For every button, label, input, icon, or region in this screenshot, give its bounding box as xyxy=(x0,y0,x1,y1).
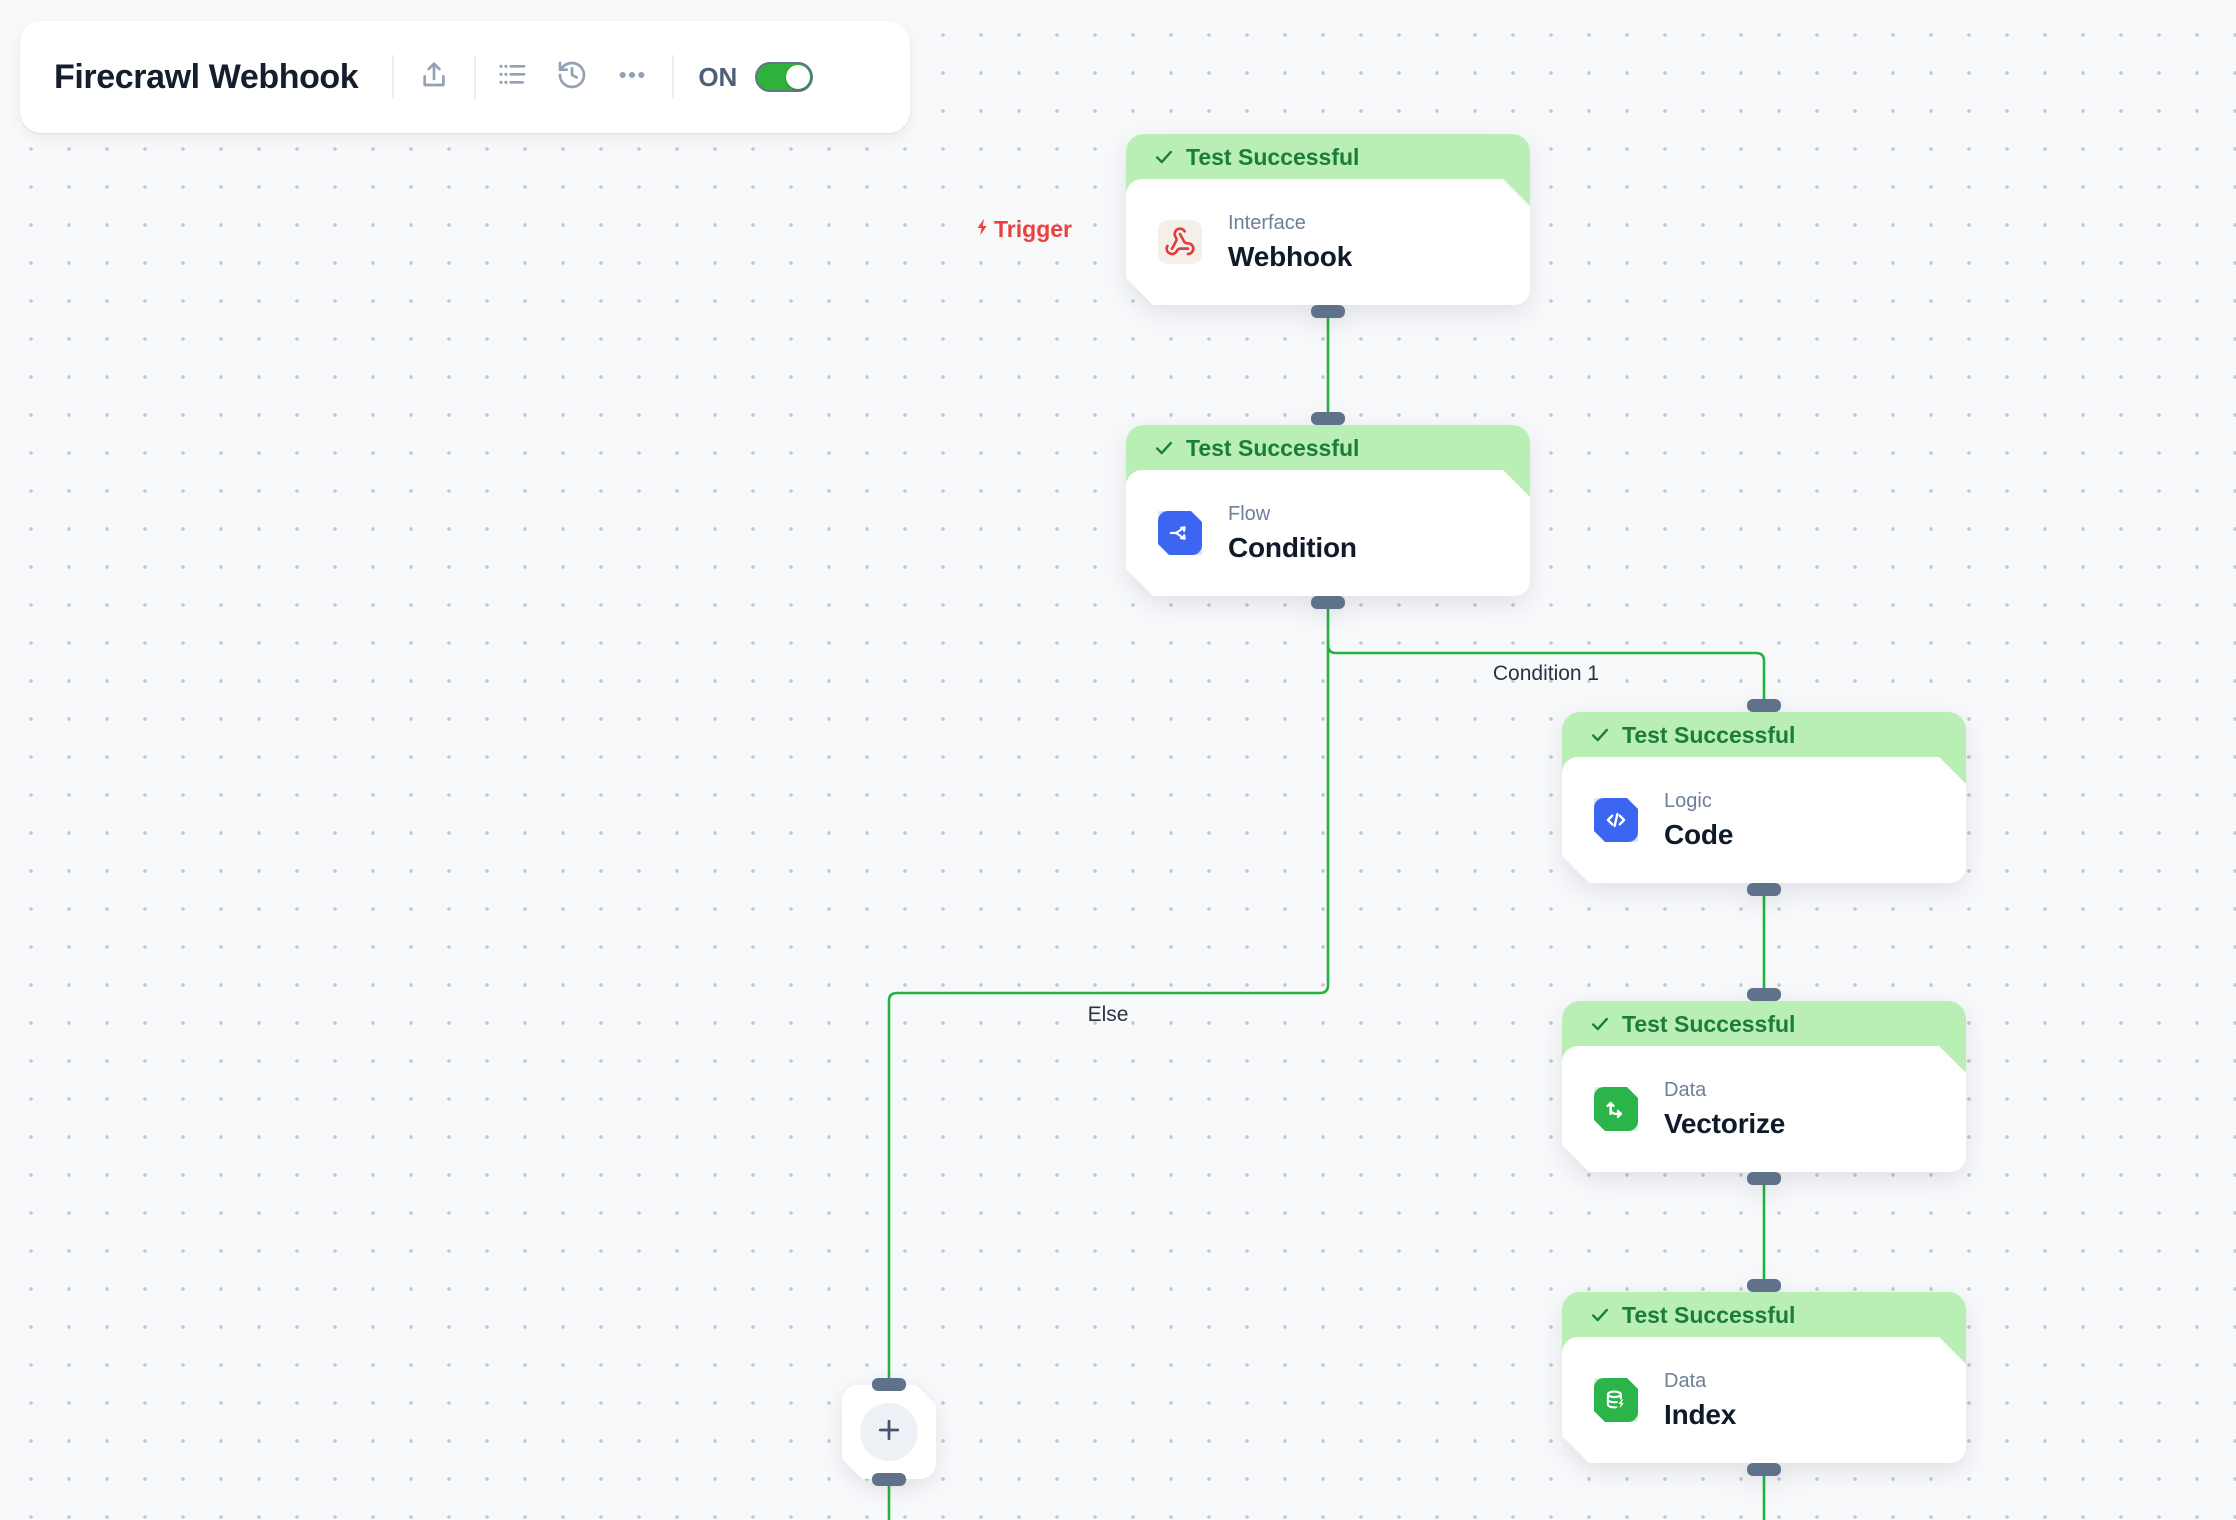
node-category: Flow xyxy=(1228,503,1357,526)
connector-handle[interactable] xyxy=(1747,1172,1781,1185)
node-card[interactable]: Data Vectorize xyxy=(1562,1046,1966,1172)
check-icon xyxy=(1153,146,1175,168)
status-text: Test Successful xyxy=(1186,144,1359,171)
lightning-bolt-icon xyxy=(973,216,993,243)
status-text: Test Successful xyxy=(1622,1302,1795,1329)
branch-label-else: Else xyxy=(1088,1003,1129,1027)
webhook-icon xyxy=(1158,220,1202,264)
node-title: Code xyxy=(1664,819,1733,851)
connector-handle[interactable] xyxy=(1747,988,1781,1001)
add-step-card[interactable] xyxy=(842,1385,936,1479)
node-category: Data xyxy=(1664,1079,1785,1102)
workflow-canvas[interactable]: Firecrawl Webhook xyxy=(0,0,2236,1520)
node-index[interactable]: Test Successful Data Index xyxy=(1562,1292,1966,1463)
check-icon xyxy=(1589,724,1611,746)
trigger-label: Trigger xyxy=(978,216,1072,243)
connector-handle[interactable] xyxy=(1311,596,1345,609)
add-step-button[interactable] xyxy=(860,1403,918,1461)
node-category: Interface xyxy=(1228,212,1352,235)
plus-icon xyxy=(874,1415,904,1450)
workflow-enabled-toggle[interactable] xyxy=(755,62,813,92)
history-button[interactable] xyxy=(550,55,594,99)
connector-handle[interactable] xyxy=(872,1378,906,1391)
add-step-node[interactable] xyxy=(842,1385,936,1479)
more-options-button[interactable] xyxy=(610,55,654,99)
node-title: Index xyxy=(1664,1399,1736,1431)
node-title: Webhook xyxy=(1228,241,1352,273)
node-category: Data xyxy=(1664,1370,1736,1393)
node-card[interactable]: Flow Condition xyxy=(1126,470,1530,596)
connector-handle[interactable] xyxy=(1747,883,1781,896)
history-icon xyxy=(556,59,588,96)
node-code[interactable]: Test Successful Logic Code xyxy=(1562,712,1966,883)
status-text: Test Successful xyxy=(1186,435,1359,462)
toggle-state-label: ON xyxy=(698,62,737,93)
node-webhook[interactable]: Test Successful Interface Webhook xyxy=(1126,134,1530,305)
check-icon xyxy=(1589,1013,1611,1035)
workflow-title: Firecrawl Webhook xyxy=(54,58,358,97)
code-icon xyxy=(1594,798,1638,842)
ellipsis-icon xyxy=(616,59,648,96)
connector-handle[interactable] xyxy=(1747,1463,1781,1476)
connector-handle[interactable] xyxy=(1747,699,1781,712)
branch-label-condition1: Condition 1 xyxy=(1493,662,1599,686)
connector-handle[interactable] xyxy=(872,1473,906,1486)
toggle-knob xyxy=(786,65,810,89)
split-arrow-icon xyxy=(1158,511,1202,555)
share-button[interactable] xyxy=(412,55,456,99)
node-title: Vectorize xyxy=(1664,1108,1785,1140)
divider xyxy=(672,55,674,99)
workflow-header: Firecrawl Webhook xyxy=(20,21,910,133)
node-vectorize[interactable]: Test Successful Data Vectorize xyxy=(1562,1001,1966,1172)
node-category: Logic xyxy=(1664,790,1733,813)
node-card[interactable]: Data Index xyxy=(1562,1337,1966,1463)
check-icon xyxy=(1153,437,1175,459)
divider xyxy=(474,55,476,99)
edge-condition-else-branch xyxy=(889,603,1328,1382)
connector-handle[interactable] xyxy=(1747,1279,1781,1292)
divider xyxy=(392,55,394,99)
node-card[interactable]: Interface Webhook xyxy=(1126,179,1530,305)
database-bolt-icon xyxy=(1594,1378,1638,1422)
node-condition[interactable]: Test Successful Flow Condition xyxy=(1126,425,1530,596)
node-card[interactable]: Logic Code xyxy=(1562,757,1966,883)
check-icon xyxy=(1589,1304,1611,1326)
vector-arrows-icon xyxy=(1594,1087,1638,1131)
node-title: Condition xyxy=(1228,532,1357,564)
connector-handle[interactable] xyxy=(1311,305,1345,318)
status-text: Test Successful xyxy=(1622,722,1795,749)
list-icon xyxy=(496,59,528,96)
connector-handle[interactable] xyxy=(1311,412,1345,425)
run-list-button[interactable] xyxy=(490,55,534,99)
status-text: Test Successful xyxy=(1622,1011,1795,1038)
share-icon xyxy=(418,59,450,96)
